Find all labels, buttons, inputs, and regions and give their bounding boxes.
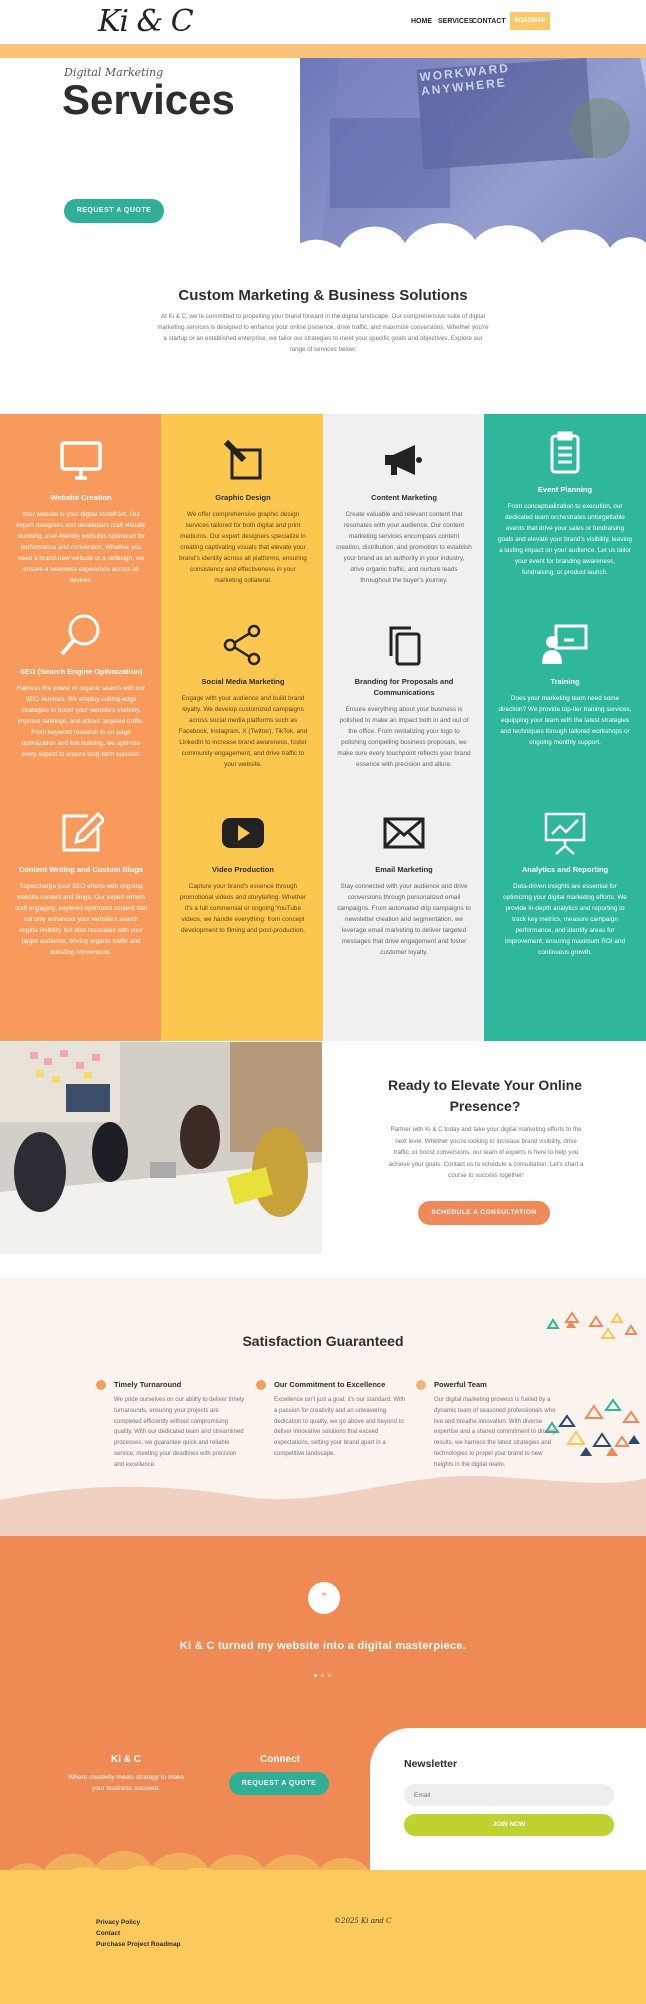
monitor-icon [58,438,104,484]
clock-icon [96,1380,106,1390]
nav-home[interactable]: HOME [411,18,432,25]
service-content-writing: Content Writing and Custom Blogs Superch… [14,810,148,958]
service-training: Training Does your marketing team need s… [498,622,632,748]
cta-body: Partner with Ki & C today and take your … [388,1126,584,1179]
service-desc: Capture your brand's essence through pro… [179,883,307,934]
service-desc: We offer comprehensive graphic design se… [179,511,307,584]
feature-commitment: Our Commitment to Excellence Excellence … [256,1380,406,1460]
team-icon [416,1380,426,1390]
service-title: Graphic Design [215,493,271,502]
intro-title: Custom Marketing & Business Solutions [178,287,468,304]
copyright: ©2025 Ki and C [334,1917,392,1925]
feature-title: Timely Turnaround [114,1380,182,1389]
service-title: SEO (Search Engine Optimization) [19,667,143,676]
feature-desc: Our digital marketing prowess is fueled … [434,1397,556,1468]
service-title: Training [550,677,580,686]
newsletter-email-input[interactable] [404,1784,614,1806]
join-now-button[interactable]: JOIN NOW [404,1814,614,1836]
feature-powerful-team: Powerful Team Our digital marketing prow… [416,1380,562,1471]
team-meeting-photo [0,1042,322,1254]
star-icon [256,1380,266,1390]
service-desc: Harness the power of organic search with… [16,685,146,758]
footer-links: Privacy Policy Contact Purchase Project … [96,1917,181,1950]
feature-timely-turnaround: Timely Turnaround We pride ourselves on … [96,1380,246,1471]
footer-tagline: Where creativity meets strategy to make … [68,1774,184,1792]
service-desc: Stay connected with your audience and dr… [337,883,471,956]
search-icon [58,612,104,658]
service-desc: Supercharge your SEO efforts with ongoin… [14,883,148,956]
testimonial-section [0,1536,646,1736]
service-content-marketing: Content Marketing Create valuable and re… [336,438,472,586]
footer-connect-title: Connect [260,1754,300,1765]
service-social-media: Social Media Marketing Engage with your … [176,622,310,770]
video-icon [220,810,266,856]
pen-icon [220,438,266,484]
edit-icon [58,810,107,856]
service-desc: Data-driven insights are essential for o… [503,883,627,956]
feature-title: Powerful Team [434,1380,487,1389]
service-desc: Engage with your audience and build bran… [178,695,308,768]
service-title: Email Marketing [375,865,433,874]
service-website-creation: Website Creation Your website is your di… [14,438,148,586]
service-graphic-design: Graphic Design We offer comprehensive gr… [176,438,310,586]
schedule-consultation-button[interactable]: SCHEDULE A CONSULTATION [418,1201,550,1225]
feature-desc: Excellence isn't just a goal; it's our s… [274,1397,406,1457]
chart-icon [542,810,588,856]
service-desc: From conceptualization to execution, our… [498,503,632,576]
intro-body: At Ki & C, we're committed to propelling… [157,313,489,353]
feature-title: Our Commitment to Excellence [274,1380,386,1389]
service-analytics: Analytics and Reporting Data-driven insi… [498,810,632,958]
service-desc: Does your marketing team need some direc… [498,695,632,746]
service-desc: Your website is your digital storefront.… [16,511,146,584]
footer-brand: Ki & C [111,1754,141,1765]
roadmap-button[interactable]: ROADMAP [510,12,550,30]
satisfaction-title: Satisfaction Guaranteed [242,1333,404,1349]
privacy-policy-link[interactable]: Privacy Policy [96,1917,181,1928]
service-title: Social Media Marketing [201,677,285,686]
service-seo: SEO (Search Engine Optimization) Harness… [14,612,148,760]
purchase-roadmap-link[interactable]: Purchase Project Roadmap [96,1939,181,1950]
service-title: Event Planning [537,485,593,494]
service-title: Analytics and Reporting [521,865,609,874]
newsletter-title: Newsletter [404,1758,458,1770]
service-title: Video Production [212,865,274,874]
quote-icon: ” [308,1582,340,1614]
service-branding: Branding for Proposals and Communication… [336,622,472,770]
service-title: Branding for Proposals and Communication… [354,677,454,697]
envelope-icon [381,810,427,856]
hero-cloud-shape [284,223,646,258]
training-icon [542,622,588,668]
service-video-production: Video Production Capture your brand's es… [176,810,310,936]
carousel-dots[interactable] [314,1674,334,1678]
service-desc: Ensure everything about your business is… [337,706,471,768]
cta-title: Ready to Elevate Your Online Presence? [388,1077,582,1114]
contact-link[interactable]: Contact [96,1928,181,1939]
footer-request-quote-button[interactable]: REQUEST A QUOTE [229,1772,329,1795]
service-title: Content Marketing [371,493,437,502]
copy-icon [381,622,427,668]
megaphone-icon [381,438,427,484]
service-event-planning: Event Planning From conceptualization to… [498,430,632,578]
hero-request-quote-button[interactable]: REQUEST A QUOTE [64,199,164,223]
header-accent-bar [0,44,646,58]
service-email-marketing: Email Marketing Stay connected with your… [336,810,472,958]
page-title: Services [62,76,235,123]
nav-contact[interactable]: CONTACT [472,18,506,25]
testimonial-text: Ki & C turned my website into a digital … [179,1640,467,1652]
share-icon [220,622,266,668]
feature-desc: We pride ourselves on our ability to del… [114,1397,245,1468]
site-header: Ki & C HOME SERVICES CONTACT ROADMAP [0,0,646,44]
site-logo[interactable]: Ki & C [98,4,194,39]
service-title: Content Writing and Custom Blogs [18,865,144,874]
clipboard-icon [542,430,588,476]
service-title: Website Creation [50,493,112,502]
service-desc: Create valuable and relevant content tha… [336,511,472,584]
nav-services[interactable]: SERVICES [438,18,473,25]
